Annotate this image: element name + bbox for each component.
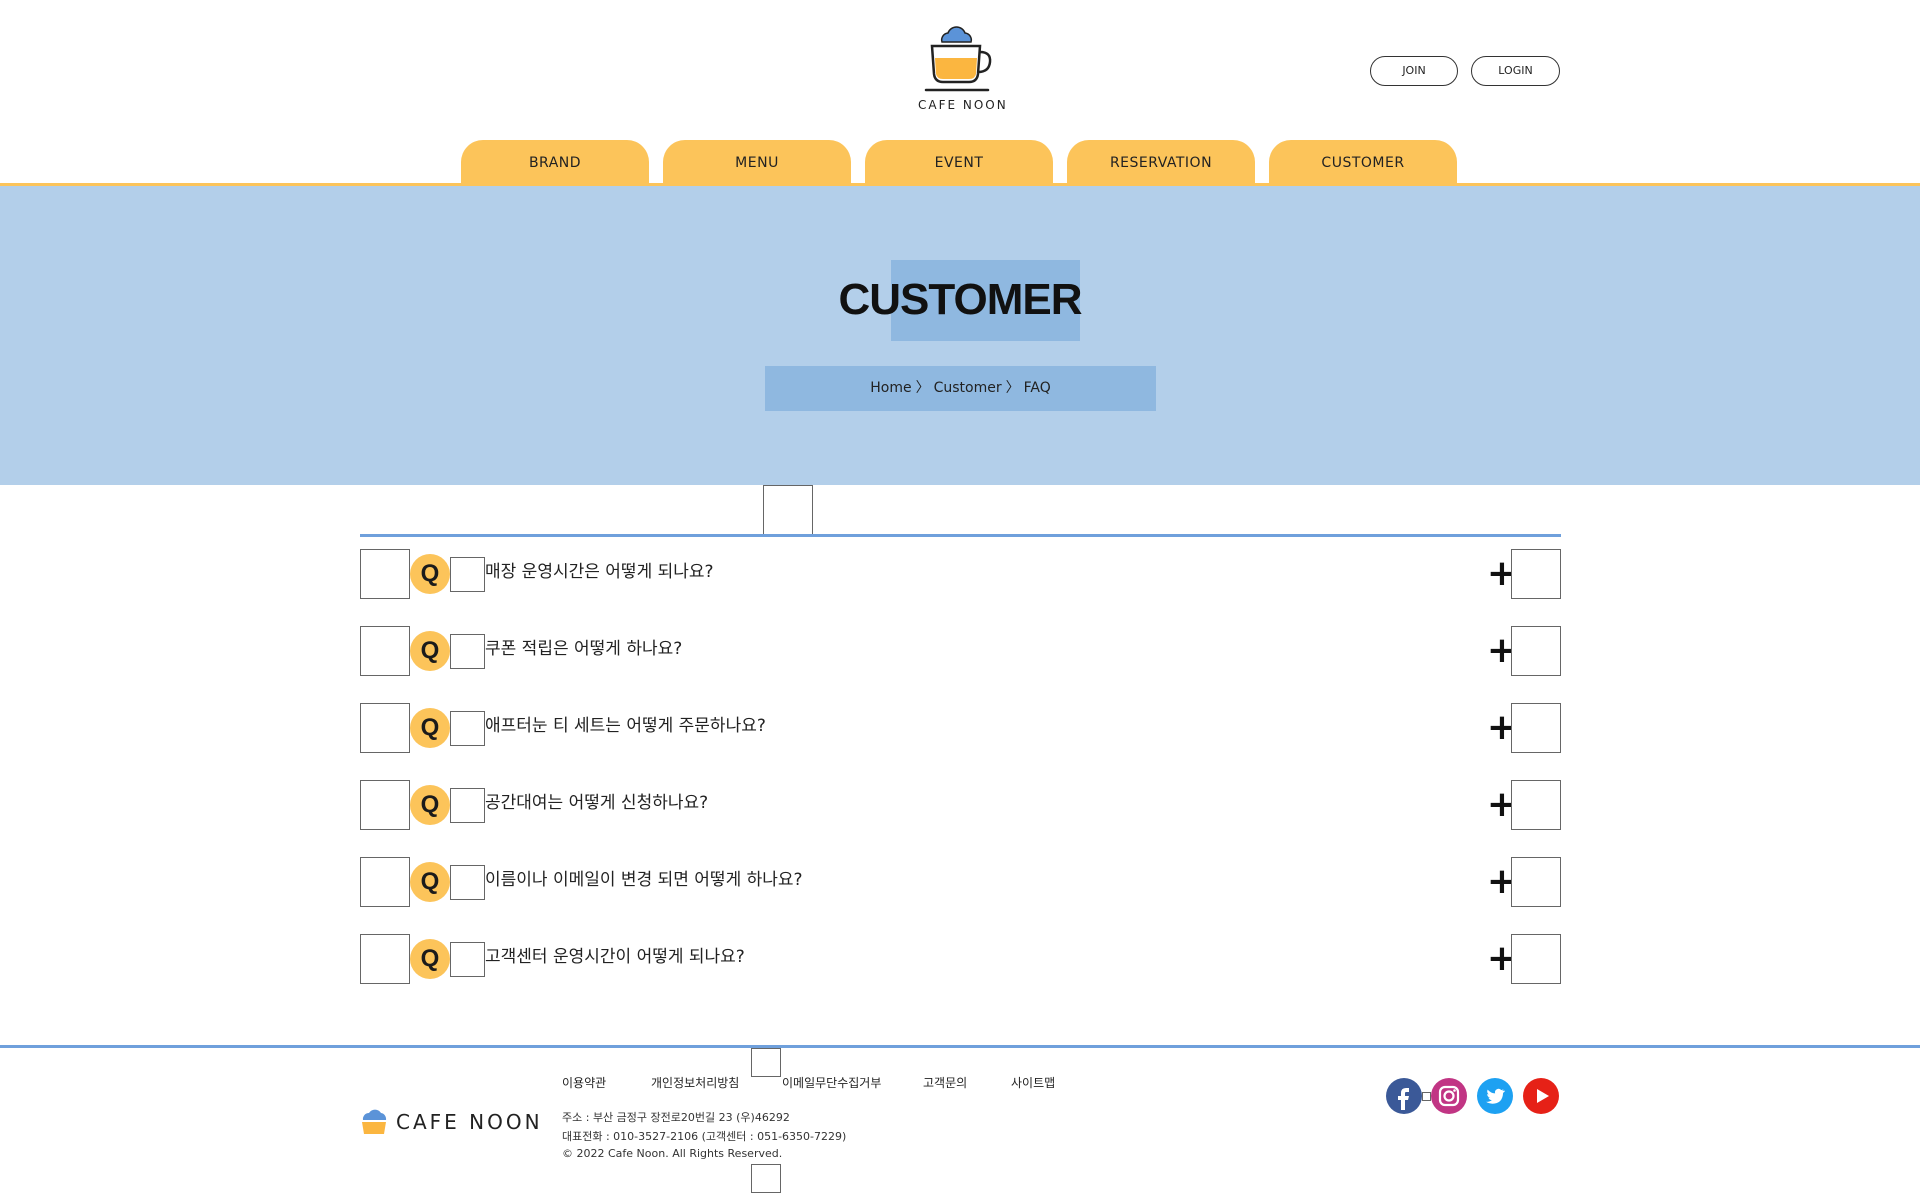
faq-question[interactable]: 고객센터 운영시간이 어떻게 되나요? [485, 934, 745, 984]
placeholder-box [450, 865, 485, 900]
placeholder-box [1511, 549, 1561, 599]
breadcrumb-customer[interactable]: Customer [934, 380, 1002, 396]
placeholder-box [450, 711, 485, 746]
placeholder-box [751, 1164, 781, 1193]
logo-text: CAFE NOON [918, 98, 1008, 112]
footer-logo-text: CAFE NOON [396, 1110, 543, 1134]
facebook-icon[interactable] [1386, 1078, 1422, 1114]
placeholder-box [1511, 626, 1561, 676]
breadcrumb-separator: 〉 [915, 380, 930, 396]
placeholder-box [751, 1048, 781, 1077]
footer-address: 주소 : 부산 금정구 장전로20번길 23 (우)46292 [562, 1111, 790, 1124]
youtube-icon[interactable] [1523, 1078, 1559, 1114]
q-badge: Q [410, 554, 450, 594]
footer-link-privacy[interactable]: 개인정보처리방침 [651, 1074, 739, 1091]
placeholder-box [360, 703, 410, 753]
faq-item[interactable]: Q 이름이나 이메일이 변경 되면 어떻게 하나요? + [360, 857, 1561, 907]
faq-top-divider [360, 534, 1561, 537]
placeholder-box [1511, 934, 1561, 984]
breadcrumb: Home 〉 Customer 〉 FAQ [765, 366, 1156, 411]
placeholder-box [360, 857, 410, 907]
faq-item[interactable]: Q 매장 운영시간은 어떻게 되나요? + [360, 549, 1561, 599]
page-title: CUSTOMER [838, 275, 1083, 324]
placeholder-box [1511, 780, 1561, 830]
placeholder-box [360, 780, 410, 830]
nav-tab-menu[interactable]: MENU [663, 140, 851, 185]
nav-tab-customer[interactable]: CUSTOMER [1269, 140, 1457, 185]
q-badge: Q [410, 939, 450, 979]
placeholder-box [1511, 857, 1561, 907]
q-badge: Q [410, 708, 450, 748]
footer-link-terms[interactable]: 이용약관 [562, 1074, 606, 1091]
footer-copyright: © 2022 Cafe Noon. All Rights Reserved. [562, 1147, 783, 1160]
faq-item[interactable]: Q 고객센터 운영시간이 어떻게 되나요? + [360, 934, 1561, 984]
breadcrumb-separator: 〉 [1005, 380, 1020, 396]
faq-item[interactable]: Q 쿠폰 적립은 어떻게 하나요? + [360, 626, 1561, 676]
faq-item[interactable]: Q 공간대여는 어떻게 신청하나요? + [360, 780, 1561, 830]
join-button[interactable]: JOIN [1370, 56, 1458, 86]
q-badge: Q [410, 862, 450, 902]
footer-link-email-refusal[interactable]: 이메일무단수집거부 [782, 1074, 881, 1091]
q-badge: Q [410, 631, 450, 671]
footer-link-inquiry[interactable]: 고객문의 [923, 1074, 967, 1091]
placeholder-box [360, 549, 410, 599]
placeholder-box [450, 634, 485, 669]
placeholder-box [360, 934, 410, 984]
placeholder-box [1511, 703, 1561, 753]
login-button[interactable]: LOGIN [1471, 56, 1560, 86]
q-badge: Q [410, 785, 450, 825]
placeholder-box [450, 788, 485, 823]
nav-tab-brand[interactable]: BRAND [461, 140, 649, 185]
faq-item[interactable]: Q 애프터눈 티 세트는 어떻게 주문하나요? + [360, 703, 1561, 753]
twitter-icon[interactable] [1477, 1078, 1513, 1114]
placeholder-box [360, 626, 410, 676]
footer-divider [0, 1045, 1920, 1048]
coffee-cup-cloud-icon [924, 26, 992, 92]
instagram-icon[interactable] [1431, 1078, 1467, 1114]
nav-tab-event[interactable]: EVENT [865, 140, 1053, 185]
footer-phone: 대표전화 : 010-3527-2106 (고객센터 : 051-6350-72… [562, 1130, 847, 1143]
placeholder-box [763, 485, 813, 535]
breadcrumb-faq: FAQ [1023, 380, 1051, 396]
placeholder-box [450, 557, 485, 592]
faq-question[interactable]: 공간대여는 어떻게 신청하나요? [485, 780, 708, 830]
faq-question[interactable]: 이름이나 이메일이 변경 되면 어떻게 하나요? [485, 857, 803, 907]
cupcake-cloud-icon [362, 1109, 387, 1134]
faq-question[interactable]: 애프터눈 티 세트는 어떻게 주문하나요? [485, 703, 766, 753]
footer-link-sitemap[interactable]: 사이트맵 [1011, 1074, 1055, 1091]
placeholder-box [450, 942, 485, 977]
nav-tab-reservation[interactable]: RESERVATION [1067, 140, 1255, 185]
breadcrumb-home[interactable]: Home [870, 380, 911, 396]
faq-question[interactable]: 매장 운영시간은 어떻게 되나요? [485, 549, 714, 599]
faq-question[interactable]: 쿠폰 적립은 어떻게 하나요? [485, 626, 682, 676]
placeholder-box [1422, 1092, 1431, 1101]
site-logo[interactable]: CAFE NOON [918, 20, 1008, 120]
